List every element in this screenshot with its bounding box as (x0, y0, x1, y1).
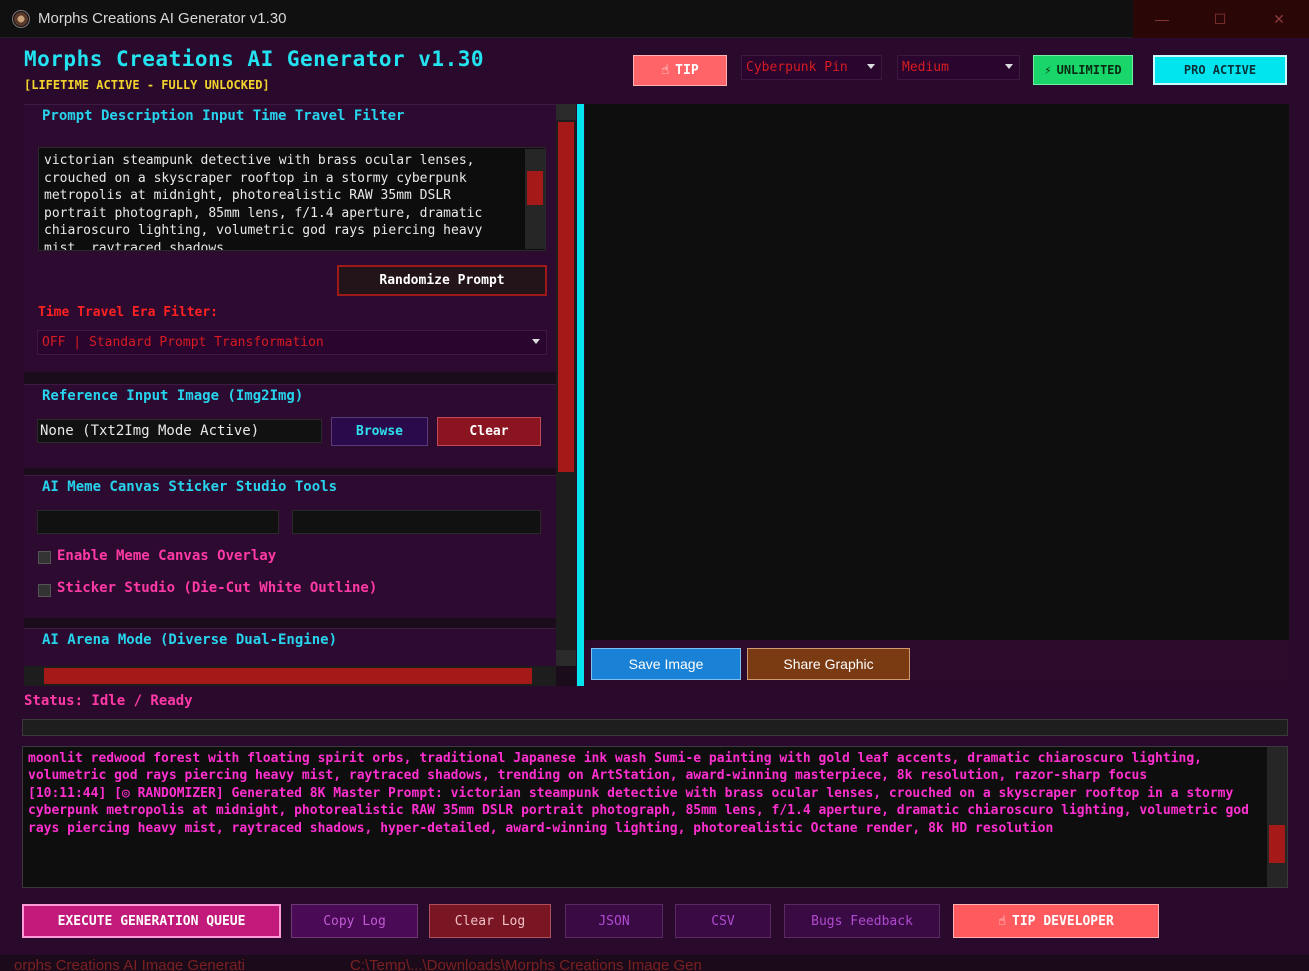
background-taskbar: orphs Creations AI Image Generati C:\Tem… (0, 955, 1309, 971)
style-dropdown-value: Cyberpunk Pin (746, 60, 848, 75)
panel-divider[interactable] (577, 104, 584, 686)
tip-developer-button[interactable]: ☝ TIP DEVELOPER (953, 904, 1159, 938)
export-csv-button[interactable]: CSV (675, 904, 771, 938)
execute-generation-button[interactable]: EXECUTE GENERATION QUEUE (22, 904, 281, 938)
tip-developer-label: TIP DEVELOPER (1012, 913, 1114, 929)
randomize-prompt-button[interactable]: Randomize Prompt (337, 265, 547, 296)
pro-active-button[interactable]: PRO ACTIVE (1153, 55, 1287, 85)
save-image-button[interactable]: Save Image (591, 648, 741, 680)
clear-log-button[interactable]: Clear Log (429, 904, 551, 938)
image-canvas[interactable] (585, 104, 1289, 640)
hand-icon: ☝ (998, 913, 1007, 929)
era-filter-dropdown[interactable]: OFF | Standard Prompt Transformation (37, 330, 547, 355)
era-filter-label: Time Travel Era Filter: (38, 305, 219, 320)
scroll-up-button[interactable] (556, 104, 576, 120)
chevron-down-icon (532, 339, 540, 344)
hscroll-thumb[interactable] (44, 668, 532, 684)
left-panel-scrollbar[interactable] (556, 104, 576, 666)
sticker-studio-label: Sticker Studio (Die-Cut White Outline) (57, 580, 378, 596)
left-panel-hscrollbar[interactable] (24, 666, 556, 686)
sticker-studio-checkbox[interactable] (38, 584, 51, 597)
style-dropdown[interactable]: Cyberpunk Pin (741, 55, 882, 80)
taskbar-item-right[interactable]: C:\Temp\...\Downloads\Morphs Creations I… (350, 957, 702, 971)
prompt-input[interactable]: victorian steampunk detective with brass… (38, 147, 546, 251)
progress-bar (22, 719, 1288, 736)
status-text: Status: Idle / Ready (24, 693, 193, 709)
share-graphic-button[interactable]: Share Graphic (747, 648, 910, 680)
quality-dropdown-value: Medium (902, 60, 949, 75)
browse-button[interactable]: Browse (331, 417, 428, 446)
chevron-down-icon (867, 64, 875, 69)
log-scrollbar[interactable] (1267, 747, 1287, 887)
license-status: [LIFETIME ACTIVE - FULLY UNLOCKED] (24, 78, 270, 92)
bugs-feedback-button[interactable]: Bugs Feedback (784, 904, 940, 938)
reference-group-title: Reference Input Image (Img2Img) (42, 388, 304, 404)
unlimited-badge[interactable]: ⚡ UNLIMITED (1033, 55, 1133, 85)
taskbar-item-left[interactable]: orphs Creations AI Image Generati (14, 957, 245, 971)
clear-reference-button[interactable]: Clear (437, 417, 541, 446)
app-window: Morphs Creations AI Generator v1.30 — ☐ … (0, 0, 1309, 971)
meme-bottom-text-input[interactable] (292, 510, 541, 534)
window-title: Morphs Creations AI Generator v1.30 (38, 10, 287, 27)
meme-top-text-input[interactable] (37, 510, 279, 534)
tip-button[interactable]: ☝ TIP (633, 55, 727, 86)
arena-group: AI Arena Mode (Diverse Dual-Engine) (24, 628, 556, 666)
scroll-thumb[interactable] (558, 122, 574, 472)
scroll-thumb[interactable] (1269, 825, 1285, 863)
meme-overlay-checkbox[interactable] (38, 551, 51, 564)
minimize-button[interactable]: — (1133, 0, 1191, 38)
lightning-icon: ⚡ (1044, 63, 1052, 77)
unlimited-label: UNLIMITED (1056, 63, 1122, 77)
meme-group-title: AI Meme Canvas Sticker Studio Tools (42, 479, 338, 495)
title-bar[interactable]: Morphs Creations AI Generator v1.30 — ☐ … (0, 0, 1309, 38)
reference-image-field[interactable]: None (Txt2Img Mode Active) (37, 419, 322, 443)
copy-log-button[interactable]: Copy Log (291, 904, 418, 938)
hand-icon: ☝ (661, 63, 670, 78)
arena-group-title: AI Arena Mode (Diverse Dual-Engine) (42, 632, 338, 648)
chevron-down-icon (1005, 64, 1013, 69)
export-json-button[interactable]: JSON (565, 904, 663, 938)
scroll-thumb[interactable] (527, 171, 543, 205)
prompt-scrollbar[interactable] (525, 149, 545, 249)
prompt-group-title: Prompt Description Input Time Travel Fil… (42, 108, 405, 124)
era-filter-value: OFF | Standard Prompt Transformation (42, 335, 324, 350)
log-output[interactable]: moonlit redwood forest with floating spi… (22, 746, 1288, 888)
app-logo-icon (12, 10, 30, 28)
log-text: moonlit redwood forest with floating spi… (28, 751, 1249, 836)
scroll-down-button[interactable] (556, 650, 576, 666)
close-button[interactable]: ✕ (1249, 0, 1309, 38)
quality-dropdown[interactable]: Medium (897, 55, 1020, 80)
maximize-button[interactable]: ☐ (1191, 0, 1249, 38)
meme-group: AI Meme Canvas Sticker Studio Tools (24, 475, 556, 618)
app-title: Morphs Creations AI Generator v1.30 (24, 47, 485, 71)
tip-label: TIP (675, 63, 699, 78)
meme-overlay-label: Enable Meme Canvas Overlay (57, 548, 277, 564)
